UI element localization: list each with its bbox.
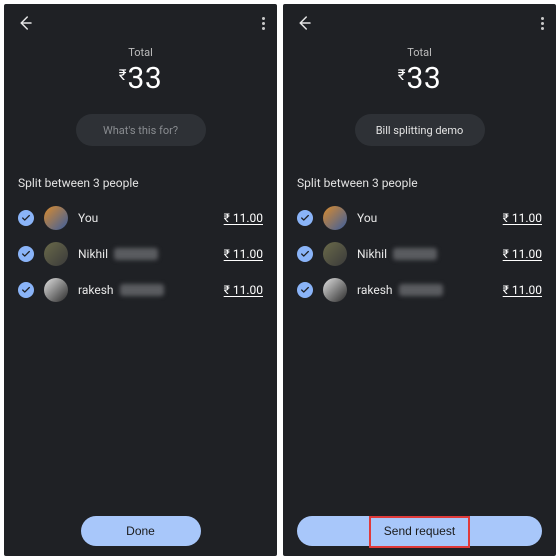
checkmark-icon[interactable] bbox=[297, 282, 313, 298]
avatar bbox=[44, 242, 68, 266]
avatar bbox=[44, 206, 68, 230]
note-input[interactable]: What's this for? bbox=[76, 114, 206, 146]
total-amount: ₹ 33 bbox=[4, 61, 277, 96]
avatar bbox=[323, 242, 347, 266]
split-header: Split between 3 people bbox=[297, 176, 542, 190]
person-row[interactable]: rakesh ₹ 11.00 bbox=[4, 272, 277, 308]
person-name: You bbox=[357, 211, 377, 225]
checkmark-icon[interactable] bbox=[18, 282, 34, 298]
person-name: rakesh bbox=[78, 283, 114, 297]
more-vertical-icon[interactable] bbox=[541, 17, 544, 30]
screen-right: Total ₹ 33 Bill splitting demo Split bet… bbox=[283, 4, 556, 556]
person-row[interactable]: Nikhil ₹ 11.00 bbox=[283, 236, 556, 272]
more-vertical-icon[interactable] bbox=[262, 17, 265, 30]
bottom-bar: Send request bbox=[283, 516, 556, 546]
avatar bbox=[323, 206, 347, 230]
checkmark-icon[interactable] bbox=[18, 246, 34, 262]
currency-symbol: ₹ bbox=[398, 66, 406, 84]
avatar bbox=[323, 278, 347, 302]
back-arrow-icon[interactable] bbox=[295, 14, 313, 32]
person-row[interactable]: Nikhil ₹ 11.00 bbox=[4, 236, 277, 272]
person-name: rakesh bbox=[357, 283, 393, 297]
person-amount[interactable]: ₹ 11.00 bbox=[224, 211, 263, 225]
note-input[interactable]: Bill splitting demo bbox=[355, 114, 485, 146]
note-value: Bill splitting demo bbox=[376, 124, 464, 137]
person-amount[interactable]: ₹ 11.00 bbox=[224, 247, 263, 261]
person-amount[interactable]: ₹ 11.00 bbox=[503, 247, 542, 261]
total-amount: ₹ 33 bbox=[283, 61, 556, 96]
person-name: You bbox=[78, 211, 98, 225]
done-button[interactable]: Done bbox=[81, 516, 201, 546]
checkmark-icon[interactable] bbox=[18, 210, 34, 226]
amount-value: 33 bbox=[407, 61, 442, 96]
top-bar bbox=[4, 4, 277, 42]
currency-symbol: ₹ bbox=[119, 66, 127, 84]
checkmark-icon[interactable] bbox=[297, 246, 313, 262]
person-amount[interactable]: ₹ 11.00 bbox=[503, 211, 542, 225]
screen-left: Total ₹ 33 What's this for? Split betwee… bbox=[4, 4, 277, 556]
person-name: Nikhil bbox=[78, 247, 108, 261]
redacted-text bbox=[393, 248, 437, 260]
person-row[interactable]: You ₹ 11.00 bbox=[283, 200, 556, 236]
send-request-button[interactable]: Send request bbox=[297, 516, 542, 546]
person-amount[interactable]: ₹ 11.00 bbox=[224, 283, 263, 297]
person-row[interactable]: rakesh ₹ 11.00 bbox=[283, 272, 556, 308]
redacted-text bbox=[120, 284, 164, 296]
person-amount[interactable]: ₹ 11.00 bbox=[503, 283, 542, 297]
back-arrow-icon[interactable] bbox=[16, 14, 34, 32]
top-bar bbox=[283, 4, 556, 42]
redacted-text bbox=[399, 284, 443, 296]
bottom-bar: Done bbox=[4, 516, 277, 546]
note-placeholder: What's this for? bbox=[103, 124, 178, 137]
person-name: Nikhil bbox=[357, 247, 387, 261]
total-label: Total bbox=[4, 46, 277, 59]
checkmark-icon[interactable] bbox=[297, 210, 313, 226]
total-label: Total bbox=[283, 46, 556, 59]
split-header: Split between 3 people bbox=[18, 176, 263, 190]
amount-value: 33 bbox=[128, 61, 163, 96]
avatar bbox=[44, 278, 68, 302]
person-row[interactable]: You ₹ 11.00 bbox=[4, 200, 277, 236]
redacted-text bbox=[114, 248, 158, 260]
